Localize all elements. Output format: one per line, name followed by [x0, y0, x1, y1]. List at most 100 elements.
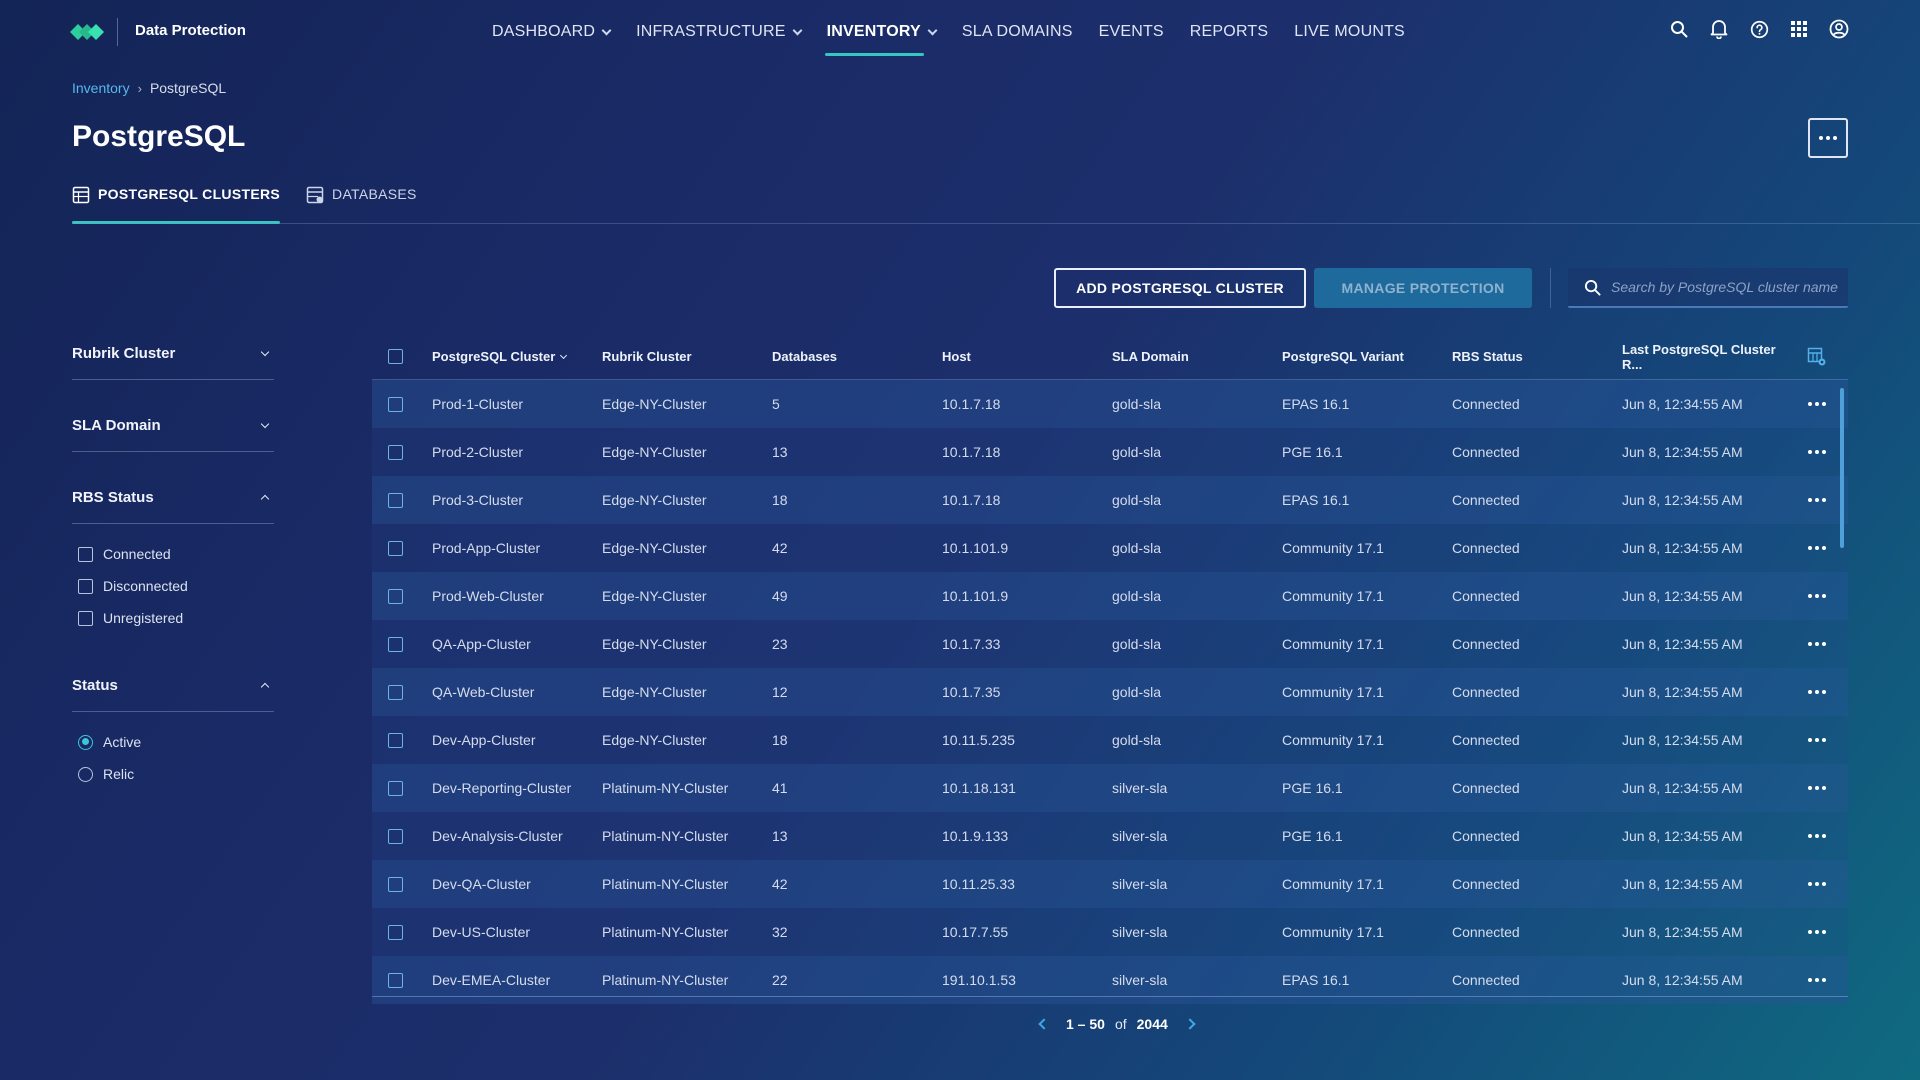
row-checkbox[interactable] [388, 444, 403, 460]
cell-rubrik-cluster: Edge-NY-Cluster [602, 732, 707, 748]
table-row[interactable]: Prod-App-Cluster Edge-NY-Cluster 42 10.1.10… [372, 524, 1848, 572]
filter-sla-domain[interactable]: SLA Domain [72, 400, 274, 452]
user-account-icon[interactable] [1828, 18, 1850, 40]
cell-databases: 22 [772, 972, 788, 988]
nav-events[interactable]: EVENTS [1099, 0, 1164, 64]
manage-protection-button[interactable]: MANAGE PROTECTION [1314, 268, 1532, 308]
cell-cluster-name: Dev-QA-Cluster [432, 876, 531, 892]
filter-status[interactable]: Status [72, 660, 274, 712]
row-checkbox[interactable] [388, 588, 403, 604]
page-more-options-button[interactable] [1808, 118, 1848, 158]
search-icon[interactable] [1668, 18, 1690, 40]
row-more-options-icon[interactable] [1792, 978, 1842, 982]
table-row[interactable]: Dev-Analysis-Cluster Platinum-NY-Cluster 1… [372, 812, 1848, 860]
nav-dashboard[interactable]: DASHBOARD [492, 0, 612, 64]
col-postgresql-cluster[interactable]: PostgreSQL Cluster [432, 349, 602, 364]
row-more-options-icon[interactable] [1792, 690, 1842, 694]
checkbox[interactable] [78, 578, 93, 594]
tab-postgresql-clusters[interactable]: POSTGRESQL CLUSTERS [72, 186, 281, 224]
previous-page-icon[interactable] [1038, 1018, 1050, 1030]
row-more-options-icon[interactable] [1792, 786, 1842, 790]
table-row[interactable]: Prod-Web-Cluster Edge-NY-Cluster 49 10.1.10… [372, 572, 1848, 620]
rbs-option-unregistered[interactable]: Unregistered [78, 602, 274, 634]
row-checkbox[interactable] [388, 492, 403, 508]
row-more-options-icon[interactable] [1792, 642, 1842, 646]
rbs-option-disconnected[interactable]: Disconnected [78, 570, 274, 602]
cell-last-refresh: Jun 8, 12:34:55 AM [1622, 492, 1743, 508]
apps-grid-icon[interactable] [1788, 18, 1810, 40]
search-field[interactable] [1568, 268, 1848, 308]
table-scrollbar[interactable] [1840, 388, 1844, 548]
add-postgresql-cluster-button[interactable]: ADD POSTGRESQL CLUSTER [1054, 268, 1306, 308]
option-label: Disconnected [103, 578, 188, 594]
nav-label: REPORTS [1189, 23, 1269, 40]
cell-cluster-name: Prod-1-Cluster [432, 396, 524, 412]
table-row[interactable]: Prod-1-Cluster Edge-NY-Cluster 5 10.1.7.18 g… [372, 380, 1848, 428]
row-checkbox[interactable] [388, 828, 403, 844]
table-row[interactable]: Dev-US-Cluster Platinum-NY-Cluster 32 10.17… [372, 908, 1848, 956]
row-checkbox[interactable] [388, 972, 403, 988]
table-row[interactable]: QA-Web-Cluster Edge-NY-Cluster 12 10.1.7.35… [372, 668, 1848, 716]
cell-host: 10.1.7.18 [942, 396, 1001, 412]
status-option-relic[interactable]: Relic [78, 758, 274, 790]
cell-cluster-name: Prod-Web-Cluster [432, 588, 544, 604]
row-more-options-icon[interactable] [1792, 546, 1842, 550]
tab-databases[interactable]: DATABASES [306, 186, 417, 224]
status-option-active[interactable]: Active [78, 726, 274, 758]
bell-icon[interactable] [1708, 18, 1730, 40]
row-checkbox[interactable] [388, 636, 403, 652]
row-checkbox[interactable] [388, 396, 403, 412]
select-all-cell [372, 349, 432, 364]
cell-cluster-name: Dev-App-Cluster [432, 732, 536, 748]
table-row[interactable]: Prod-3-Cluster Edge-NY-Cluster 18 10.1.7.18… [372, 476, 1848, 524]
row-select-cell [372, 972, 432, 988]
nav-reports[interactable]: REPORTS [1190, 0, 1268, 64]
checkbox[interactable] [78, 546, 93, 562]
table-row[interactable]: Dev-Reporting-Cluster Platinum-NY-Cluster… [372, 764, 1848, 812]
row-more-options-icon[interactable] [1792, 738, 1842, 742]
next-page-icon[interactable] [1184, 1018, 1196, 1030]
select-all-checkbox[interactable] [388, 349, 403, 364]
row-checkbox[interactable] [388, 780, 403, 796]
checkbox[interactable] [78, 610, 93, 626]
table-row[interactable]: Dev-App-Cluster Edge-NY-Cluster 18 10.11.5.… [372, 716, 1848, 764]
row-checkbox[interactable] [388, 924, 403, 940]
row-more-options-icon[interactable] [1792, 450, 1842, 454]
page-of: of [1114, 1016, 1127, 1032]
nav-sla-domains[interactable]: SLA DOMAINS [962, 0, 1073, 64]
nav-infrastructure[interactable]: INFRASTRUCTURE [636, 0, 803, 64]
row-checkbox[interactable] [388, 876, 403, 892]
row-checkbox[interactable] [388, 540, 403, 556]
chevron-down-icon [792, 25, 803, 35]
radio-button[interactable] [78, 734, 93, 750]
radio-button[interactable] [78, 766, 93, 782]
row-more-options-icon[interactable] [1792, 498, 1842, 502]
table-row[interactable]: Prod-2-Cluster Edge-NY-Cluster 13 10.1.7.18… [372, 428, 1848, 476]
filter-rbs-status[interactable]: RBS Status [72, 472, 274, 524]
nav-inventory[interactable]: INVENTORY [824, 0, 938, 64]
row-more-options-icon[interactable] [1792, 402, 1842, 406]
chevron-down-icon [601, 25, 612, 35]
filter-rubrik-cluster[interactable]: Rubrik Cluster [72, 328, 274, 380]
cell-rbs-status: Connected [1452, 540, 1520, 556]
row-more-options-icon[interactable] [1792, 882, 1842, 886]
column-settings-icon[interactable] [1792, 347, 1842, 367]
cell-last-refresh: Jun 8, 12:34:55 AM [1622, 780, 1743, 796]
help-icon[interactable] [1748, 18, 1770, 40]
cell-rubrik-cluster: Edge-NY-Cluster [602, 540, 707, 556]
rubrik-logo-icon[interactable] [70, 20, 104, 44]
search-icon [1584, 279, 1601, 296]
breadcrumb-inventory-link[interactable]: Inventory [72, 80, 130, 96]
cell-host: 10.1.101.9 [942, 540, 1009, 556]
table-row[interactable]: QA-App-Cluster Edge-NY-Cluster 23 10.1.7.33… [372, 620, 1848, 668]
rbs-option-connected[interactable]: Connected [78, 538, 274, 570]
row-more-options-icon[interactable] [1792, 930, 1842, 934]
row-more-options-icon[interactable] [1792, 834, 1842, 838]
chevron-down-icon [927, 25, 938, 35]
table-row[interactable]: Dev-QA-Cluster Platinum-NY-Cluster 42 10.11… [372, 860, 1848, 908]
search-input[interactable] [1611, 279, 1841, 295]
row-checkbox[interactable] [388, 732, 403, 748]
row-more-options-icon[interactable] [1792, 594, 1842, 598]
row-checkbox[interactable] [388, 684, 403, 700]
nav-live-mounts[interactable]: LIVE MOUNTS [1294, 0, 1405, 64]
